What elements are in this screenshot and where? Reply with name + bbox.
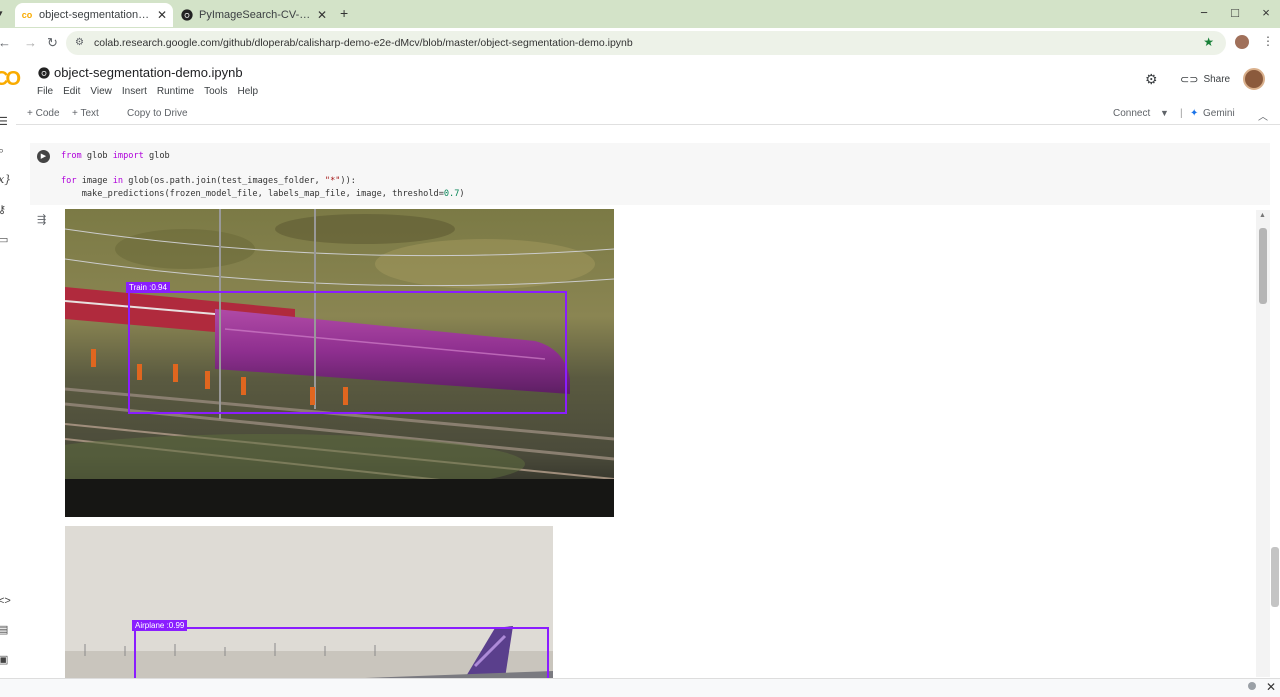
train-detection-label: Train :0.94	[126, 282, 170, 293]
code-snippets-icon[interactable]: <>	[0, 595, 12, 607]
account-avatar[interactable]	[1243, 68, 1265, 90]
menu-file[interactable]: File	[37, 86, 53, 97]
connect-button[interactable]: Connect	[1113, 108, 1150, 119]
menu-edit[interactable]: Edit	[63, 86, 80, 97]
bookmark-star-icon[interactable]: ★	[1203, 35, 1214, 49]
reload-icon[interactable]: ↻	[47, 35, 58, 51]
share-button[interactable]: ⊂⊃ Share	[1180, 73, 1230, 86]
connect-dropdown-icon[interactable]: ▼	[1160, 108, 1169, 118]
notebook-toolbar: + Code + Text Copy to Drive Connect ▼ | …	[0, 103, 1280, 125]
add-code-button[interactable]: + Code	[27, 108, 60, 119]
notebook-scrollbar-thumb[interactable]	[1271, 547, 1279, 607]
collapse-header-icon[interactable]: ︿	[1258, 108, 1268, 123]
copy-to-drive-button[interactable]: Copy to Drive	[127, 108, 188, 119]
gemini-button[interactable]: Gemini	[1203, 108, 1235, 119]
browser-tab-strip: ▾ co object-segmentation-demo.ip ✕ PyIma…	[0, 0, 1280, 28]
minimize-button[interactable]: −	[1194, 5, 1214, 20]
close-tab-icon[interactable]: ✕	[317, 8, 327, 22]
browser-menu-icon[interactable]: ⋮	[1262, 34, 1274, 48]
profile-avatar[interactable]	[1235, 35, 1249, 49]
github-icon	[38, 66, 50, 79]
colab-logo[interactable]: CO	[0, 68, 21, 91]
scroll-up-icon[interactable]: ▲	[1259, 212, 1266, 219]
menu-insert[interactable]: Insert	[122, 86, 147, 97]
colab-header: CO object-segmentation-demo.ipynb File E…	[0, 58, 1280, 103]
site-info-icon[interactable]: ⚙	[75, 37, 84, 48]
airplane-bounding-box	[134, 627, 549, 678]
url-text: colab.research.google.com/github/dlopera…	[94, 37, 633, 49]
output-image-train: Train :0.94	[65, 209, 614, 517]
airplane-detection-label: Airplane :0.99	[132, 620, 188, 631]
share-label: Share	[1203, 74, 1231, 85]
menu-tools[interactable]: Tools	[204, 86, 227, 97]
tab-active[interactable]: co object-segmentation-demo.ip ✕	[15, 3, 173, 27]
tab-title: object-segmentation-demo.ip	[39, 9, 151, 21]
toolbar-divider: |	[1180, 108, 1183, 119]
run-cell-button[interactable]: ▶	[37, 150, 50, 163]
status-bar: ✕	[0, 678, 1280, 697]
new-tab-button[interactable]: +	[340, 5, 348, 21]
close-tab-icon[interactable]: ✕	[157, 8, 167, 22]
status-indicator-icon[interactable]	[1248, 682, 1256, 690]
menu-runtime[interactable]: Runtime	[157, 86, 194, 97]
code-line-3: for image in glob(os.path.join(test_imag…	[61, 176, 356, 186]
add-text-button[interactable]: + Text	[72, 108, 99, 119]
table-of-contents-icon[interactable]: ☰	[0, 115, 12, 128]
menu-view[interactable]: View	[90, 86, 112, 97]
left-side-rail: ☰ ⌕ x} ⚷ ▭ <> ▤ ▣	[0, 103, 16, 678]
output-image-airplane: Airplane :0.99	[65, 526, 553, 678]
settings-gear-icon[interactable]: ⚙	[1145, 71, 1158, 88]
back-icon[interactable]: ←	[0, 35, 11, 50]
gemini-icon: ✦	[1190, 108, 1199, 119]
files-folder-icon[interactable]: ▭	[0, 233, 12, 246]
forward-icon[interactable]: →	[24, 35, 37, 50]
close-status-icon[interactable]: ✕	[1266, 680, 1276, 694]
menu-bar: File Edit View Insert Runtime Tools Help	[37, 86, 268, 97]
link-icon: ⊂⊃	[1180, 74, 1199, 86]
train-bounding-box	[128, 291, 567, 414]
output-scrollbar-thumb[interactable]	[1259, 228, 1267, 304]
address-bar-row: ← → ↻ ⚙ colab.research.google.com/github…	[0, 28, 1280, 58]
code-line-1: from glob import glob	[61, 151, 170, 161]
output-actions-icon[interactable]: ⇶	[37, 213, 46, 226]
search-icon[interactable]: ⌕	[0, 145, 12, 158]
github-favicon-icon	[181, 9, 193, 21]
secrets-key-icon[interactable]: ⚷	[0, 203, 12, 216]
code-line-4: make_predictions(frozen_model_file, labe…	[61, 189, 465, 199]
notebook-title-row: object-segmentation-demo.ipynb	[38, 65, 243, 80]
menu-help[interactable]: Help	[237, 86, 258, 97]
command-palette-icon[interactable]: ▤	[0, 623, 12, 636]
variables-icon[interactable]: x}	[0, 173, 12, 186]
tab-inactive[interactable]: PyImageSearch-CV-DL-Crash... ✕	[175, 3, 333, 27]
notebook-title[interactable]: object-segmentation-demo.ipynb	[54, 65, 243, 80]
tab-title: PyImageSearch-CV-DL-Crash...	[199, 9, 311, 21]
url-field[interactable]: ⚙ colab.research.google.com/github/dlope…	[66, 31, 1226, 55]
restore-button[interactable]: □	[1225, 5, 1245, 20]
tab-search-icon[interactable]: ▾	[0, 8, 3, 19]
colab-favicon-icon: co	[21, 10, 33, 20]
close-window-button[interactable]: ×	[1256, 5, 1276, 20]
terminal-icon[interactable]: ▣	[0, 653, 12, 666]
